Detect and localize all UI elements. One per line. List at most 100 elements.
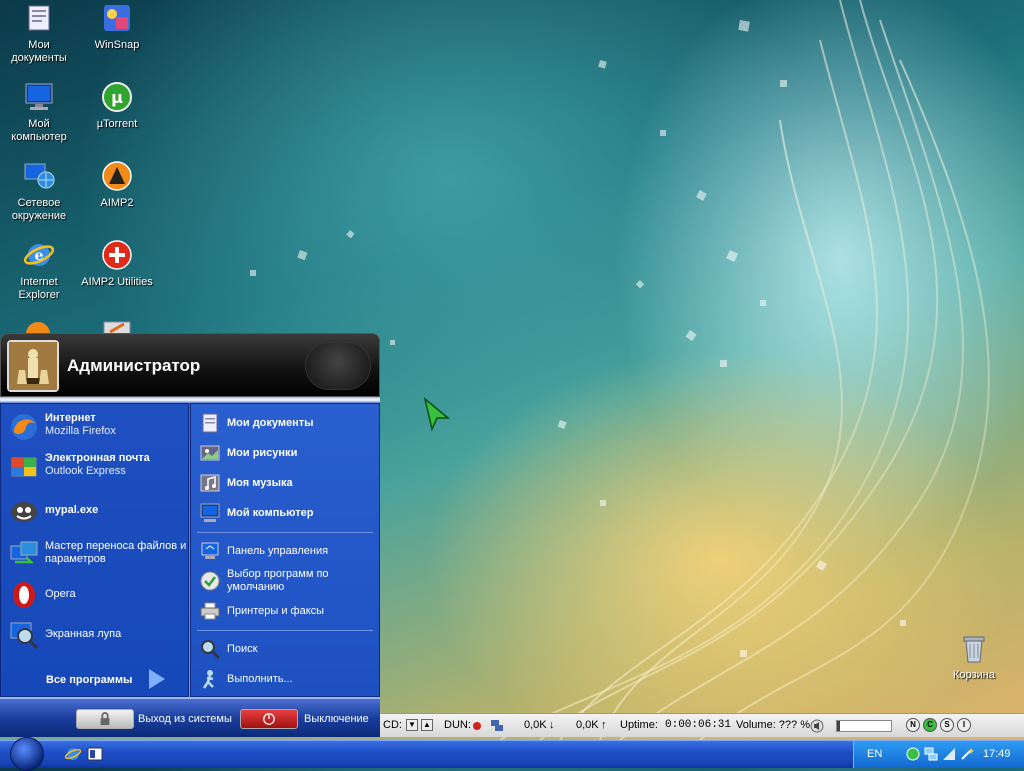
my-computer-icon (200, 503, 220, 522)
menu-item-magnifier[interactable]: Экранная лупа (9, 620, 121, 650)
firefox-icon (11, 414, 37, 440)
volume-slider[interactable] (836, 720, 892, 732)
search-icon (201, 640, 221, 660)
desktop-icon-utorrent[interactable]: µ µTorrent (78, 81, 156, 131)
place-label: Моя музыка (227, 477, 293, 489)
place-default-programs[interactable]: Выбор программ по умолчанию (199, 568, 357, 594)
menu-item-transfer-wizard[interactable]: Мастер переноса файлов и параметров (9, 538, 190, 568)
place-my-computer[interactable]: Мой компьютер (199, 502, 314, 524)
start-menu-header: Администратор (0, 333, 380, 397)
volume-icon[interactable] (810, 719, 824, 733)
aimp2-utilities-icon (102, 240, 132, 270)
menu-item-internet[interactable]: Интернет Mozilla Firefox (9, 412, 116, 442)
desktop-icon-my-computer[interactable]: Мой компьютер (0, 81, 78, 144)
insert-indicator[interactable]: I (957, 718, 971, 732)
shutdown-label[interactable]: Выключение (304, 713, 369, 725)
chess-avatar-icon (9, 342, 57, 390)
desktop-icon-label: WinSnap (94, 39, 140, 51)
menu-item-title: Экранная лупа (45, 628, 122, 640)
places-divider (197, 630, 373, 631)
quicklaunch-internet-explorer-icon[interactable] (64, 745, 82, 763)
places-divider (197, 532, 373, 533)
menu-item-subtitle: Outlook Express (45, 465, 126, 477)
tray-green-icon[interactable] (906, 747, 920, 761)
taskbar: EN 17:49 (0, 737, 1024, 771)
tray-signal-icon[interactable] (942, 747, 956, 761)
utorrent-icon: µ (102, 82, 132, 112)
user-avatar[interactable] (7, 340, 59, 392)
all-programs-arrow-icon[interactable] (149, 669, 165, 689)
tray-wand-icon[interactable] (960, 747, 974, 761)
place-printers[interactable]: Принтеры и факсы (199, 600, 324, 622)
lock-icon (100, 712, 110, 726)
place-run[interactable]: Выполнить... (199, 668, 293, 690)
default-programs-icon (200, 571, 220, 591)
desktop-icon-recycle-bin[interactable]: Корзина (935, 632, 1013, 682)
volume-label: Volume: ??? % (736, 719, 810, 731)
desktop-icon-label: Корзина (953, 669, 995, 681)
desktop-icon-label: AIMP2 (100, 197, 134, 209)
places-panel: Мои документы Мои рисунки Моя музыка Мой… (190, 403, 380, 697)
my-documents-icon (28, 5, 50, 31)
transfer-wizard-icon (10, 541, 38, 564)
place-control-panel[interactable]: Панель управления (199, 540, 328, 562)
desktop-icon-internet-explorer[interactable]: e Internet Explorer (0, 239, 78, 302)
system-monitor-bar: CD: ▼ ▲ DUN: 0,0K ↓ 0,0K ↑ Uptime: 0:00:… (380, 713, 1024, 737)
language-indicator[interactable]: EN (867, 748, 882, 760)
uptime-label: Uptime: (620, 719, 658, 731)
place-my-pictures[interactable]: Мои рисунки (199, 442, 297, 464)
logoff-button[interactable] (76, 709, 134, 729)
menu-item-title: Интернет (45, 412, 96, 424)
download-arrow-icon: ↓ (549, 719, 555, 731)
place-my-documents[interactable]: Мои документы (199, 412, 314, 434)
desktop-icon-aimp2-utilities[interactable]: AIMP2 Utilities (78, 239, 156, 289)
start-button[interactable] (10, 737, 44, 771)
logoff-label[interactable]: Выход из системы (138, 713, 232, 725)
mouse-cursor (423, 397, 451, 432)
tray-network-icon[interactable] (924, 747, 938, 761)
place-search[interactable]: Поиск (199, 638, 257, 660)
capslock-indicator[interactable]: C (923, 718, 937, 732)
menu-item-email[interactable]: Электронная почта Outlook Express (9, 452, 150, 482)
cd-eject-down-button[interactable]: ▼ (406, 719, 418, 731)
desktop-icon-label: µTorrent (96, 118, 138, 130)
svg-text:e: e (35, 248, 44, 264)
dun-status-dot (473, 722, 481, 730)
desktop-icon-my-documents[interactable]: Мои документы (0, 2, 78, 65)
uptime-value: 0:00:06:31 (665, 719, 732, 731)
menu-item-subtitle: Mozilla Firefox (45, 425, 116, 437)
clock[interactable]: 17:49 (983, 748, 1011, 760)
user-name: Администратор (67, 356, 201, 375)
quicklaunch-show-desktop-icon[interactable] (86, 745, 104, 763)
network-icon (24, 163, 55, 189)
opera-icon (13, 582, 35, 608)
place-label: Панель управления (227, 544, 329, 557)
menu-item-title: Электронная почта (45, 452, 150, 464)
upload-rate: 0,0K (576, 719, 599, 731)
scrolllock-indicator[interactable]: S (940, 718, 954, 732)
winsnap-icon (104, 5, 130, 31)
place-label: Выполнить... (227, 672, 293, 685)
desktop-icon-network[interactable]: Сетевое окружение (0, 160, 78, 223)
printers-icon (200, 602, 220, 620)
place-label: Мой компьютер (227, 507, 314, 519)
run-icon (202, 670, 214, 689)
menu-item-title: mypal.exe (45, 504, 99, 516)
internet-explorer-icon: e (23, 244, 55, 266)
numlock-indicator[interactable]: N (906, 718, 920, 732)
upload-arrow-icon: ↑ (601, 719, 607, 731)
desktop-icon-label: Сетевое окружение (11, 197, 67, 222)
menu-item-opera[interactable]: Opera (9, 580, 76, 610)
shutdown-button[interactable] (240, 709, 298, 729)
partial-desktop-icon (26, 322, 50, 334)
my-computer-icon (25, 83, 53, 110)
my-pictures-icon (200, 445, 220, 461)
desktop-icon-aimp2[interactable]: AIMP2 (78, 160, 156, 210)
desktop-icon-winsnap[interactable]: WinSnap (78, 2, 156, 52)
menu-item-mypal[interactable]: mypal.exe (9, 496, 98, 526)
place-my-music[interactable]: Моя музыка (199, 472, 293, 494)
place-label: Принтеры и факсы (227, 604, 325, 617)
cd-eject-up-button[interactable]: ▲ (421, 719, 433, 731)
my-music-icon (200, 474, 220, 492)
all-programs-button[interactable]: Все программы (46, 674, 132, 686)
